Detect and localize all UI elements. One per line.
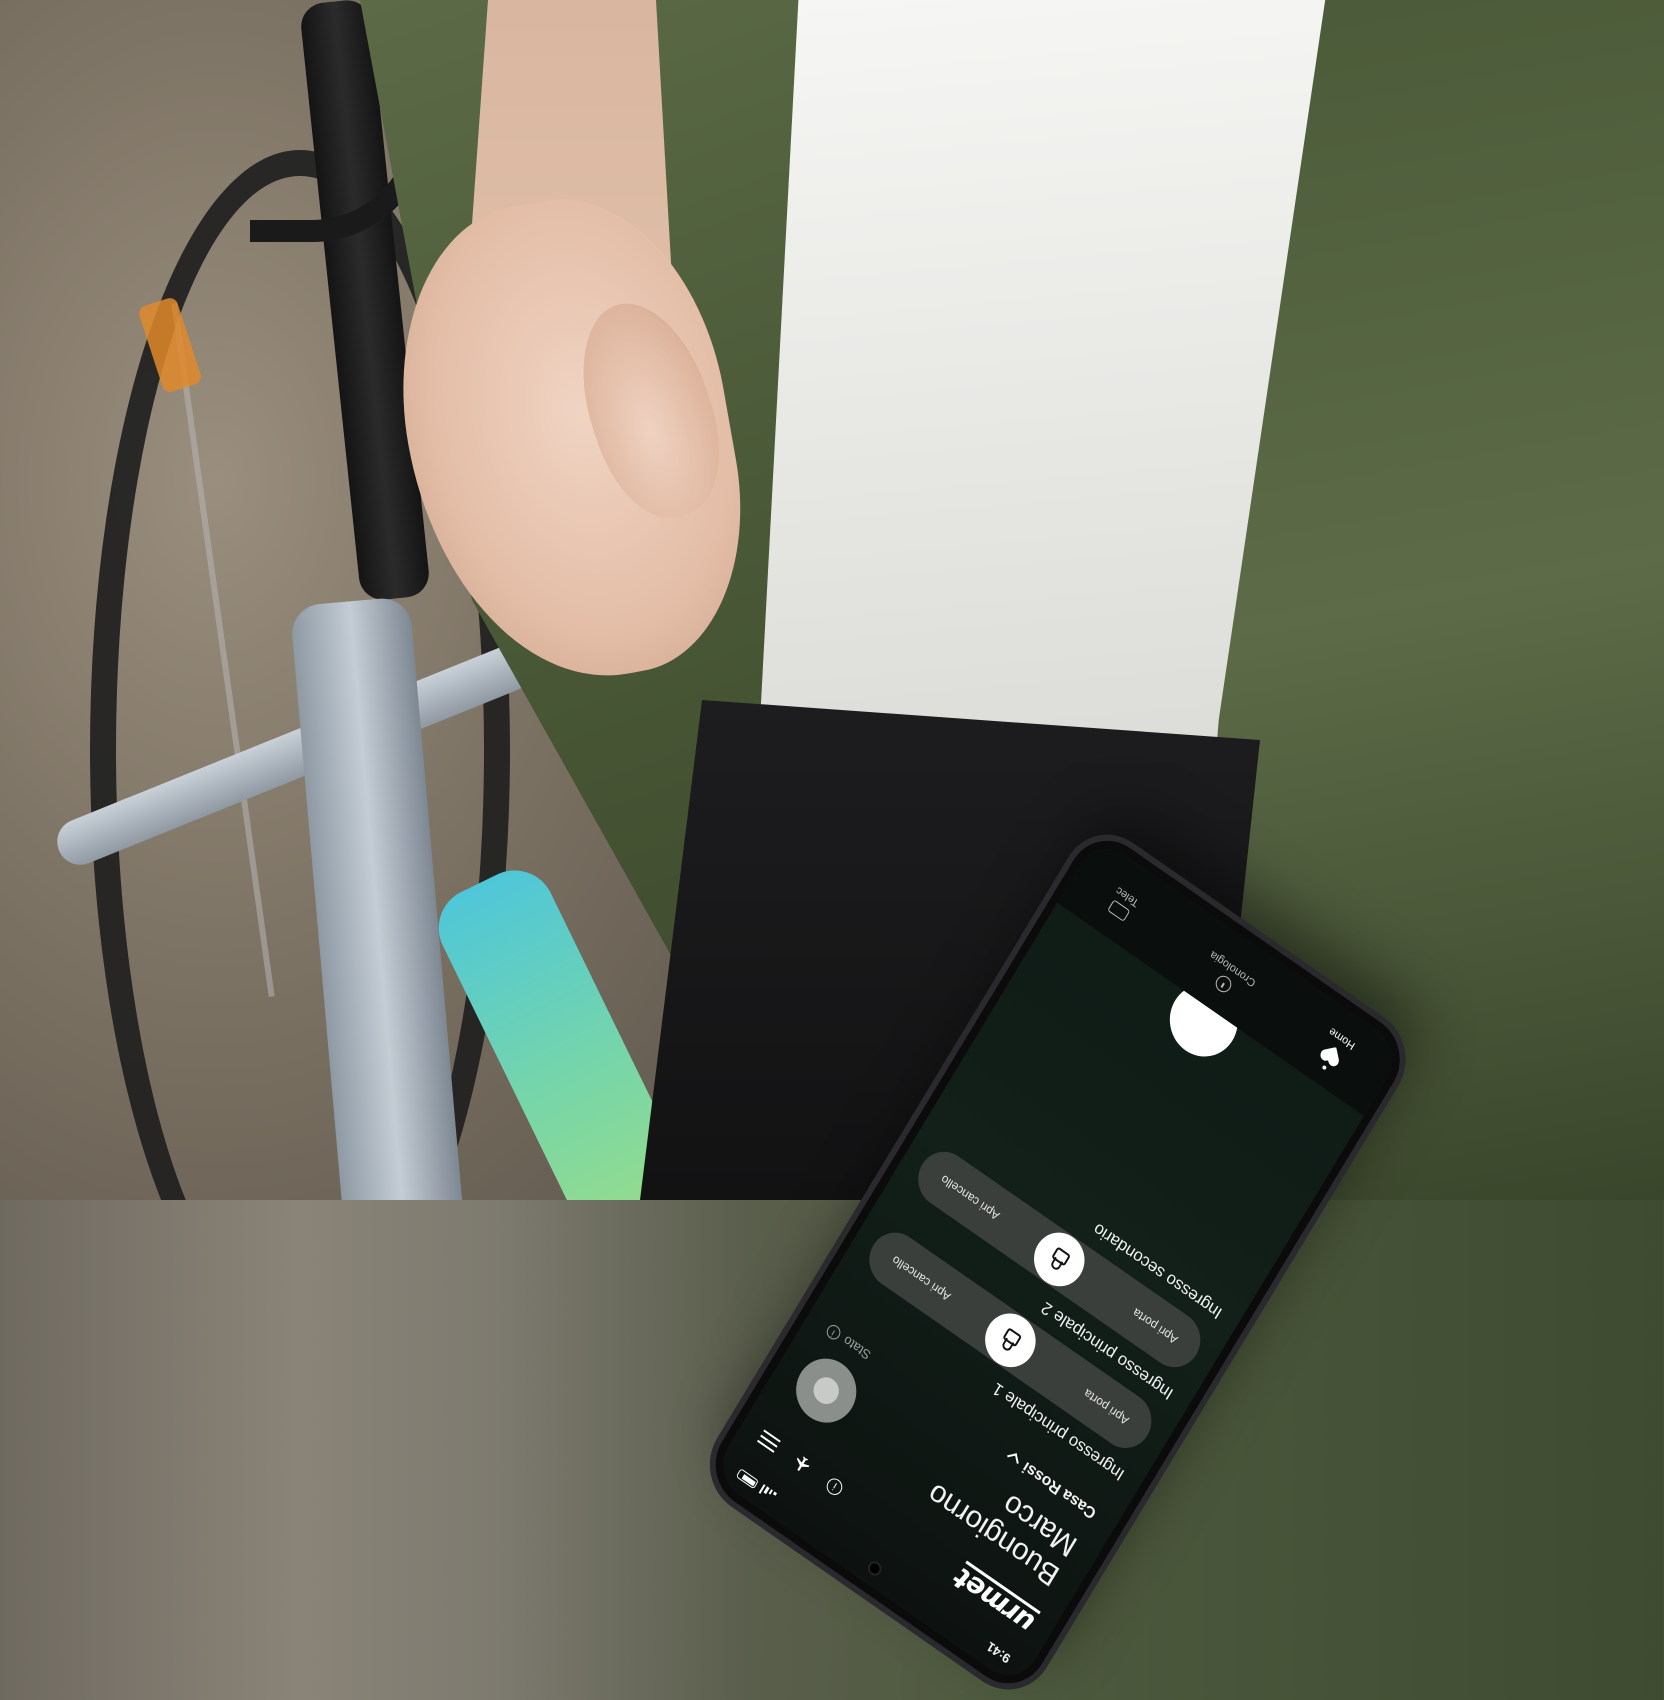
lock-icon [996,1325,1025,1356]
menu-button[interactable] [753,1424,785,1458]
airplane-mode-button[interactable] [786,1447,818,1481]
phone-container: 9:41 urmet i Buongiorno Marco Casa Rossi… [0,0,1664,1700]
signal-icon [758,1484,777,1502]
menu-icon [755,1426,783,1456]
lock-icon [1045,1244,1074,1275]
smartphone: 9:41 urmet i Buongiorno Marco Casa Rossi… [700,824,1416,1700]
unlock-button[interactable] [975,1303,1046,1378]
status-info-icon: i [824,1322,843,1343]
app-screen: 9:41 urmet i Buongiorno Marco Casa Rossi… [710,835,1405,1689]
airplane-icon [796,1456,810,1471]
info-icon: i [823,1475,846,1499]
battery-icon [735,1468,759,1490]
open-gate-button[interactable]: Apri cancello [938,1172,1003,1224]
info-button[interactable]: i [818,1470,850,1504]
open-door-button[interactable]: Apri porta [1115,1295,1180,1347]
unlock-button[interactable] [1024,1222,1095,1297]
status-label: Stato [840,1333,874,1364]
tab-cameras[interactable]: Telec [1105,884,1141,924]
status-button[interactable]: Stato i [824,1322,874,1364]
open-gate-button[interactable]: Apri cancello [889,1253,954,1305]
active-indicator [1321,1064,1328,1071]
bottom-navigation: Home Cronologia Telec [1057,835,1405,1116]
open-door-button[interactable]: Apri porta [1067,1376,1131,1428]
status-icons [735,1468,777,1502]
clock-icon [1212,972,1235,996]
tab-history[interactable]: Cronologia [1198,948,1258,1006]
avatar[interactable] [784,1346,868,1435]
chevron-down-icon [1006,1453,1019,1466]
status-time: 9:41 [983,1639,1013,1667]
tab-home[interactable]: Home [1311,1025,1357,1078]
